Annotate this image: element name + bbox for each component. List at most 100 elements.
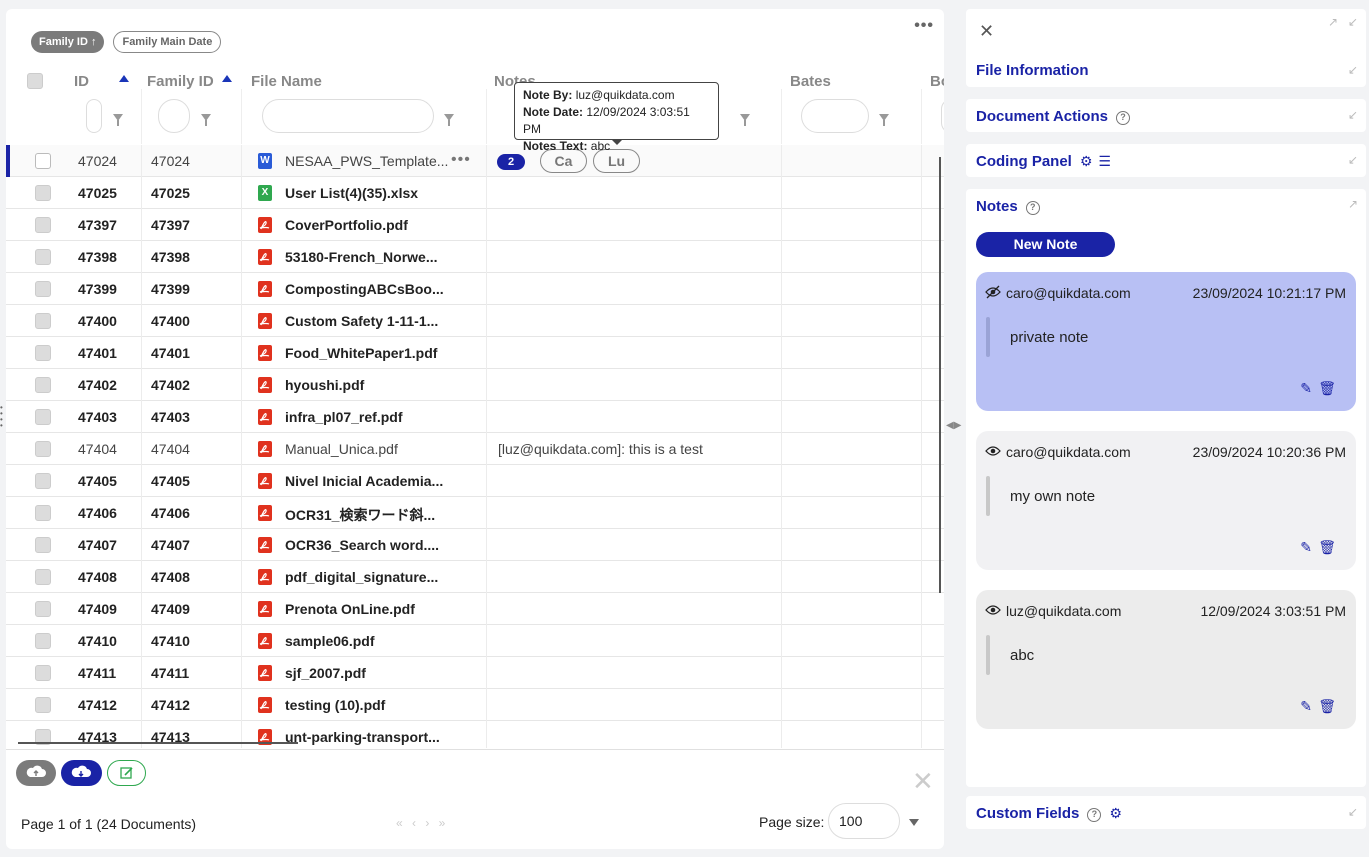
grip-handle-icon[interactable]: • • • • <box>0 404 4 445</box>
cell-file-name[interactable]: CompostingABCsBoo... <box>285 281 444 297</box>
edit-button[interactable] <box>107 760 146 786</box>
cell-file-name[interactable]: User List(4)(35).xlsx <box>285 185 418 201</box>
download-button[interactable] <box>61 760 102 786</box>
col-header-file-name[interactable]: File Name <box>251 73 322 90</box>
row-checkbox[interactable] <box>35 217 51 233</box>
help-icon[interactable]: ? <box>1115 111 1130 125</box>
collapse-icon[interactable]: ↙ <box>1348 805 1358 819</box>
cell-file-name[interactable]: pdf_digital_signature... <box>285 569 438 585</box>
table-row[interactable]: 47398 47398 53180-French_Norwe... <box>6 241 944 273</box>
row-checkbox[interactable] <box>35 505 51 521</box>
row-checkbox[interactable] <box>35 409 51 425</box>
collapse-icon[interactable]: ↙ <box>1348 153 1358 167</box>
table-row[interactable]: 47403 47403 infra_pl07_ref.pdf <box>6 401 944 433</box>
filter-input-bo[interactable] <box>941 99 944 133</box>
collapse-icon[interactable]: ↙ <box>1348 63 1358 77</box>
row-checkbox[interactable] <box>35 185 51 201</box>
cell-file-name[interactable]: NESAA_PWS_Template... <box>285 153 448 169</box>
vertical-scrollbar[interactable] <box>939 157 941 593</box>
filter-input-file-name[interactable] <box>262 99 434 133</box>
help-icon[interactable]: ? <box>1025 201 1040 215</box>
table-row[interactable]: 47406 47406 OCR31_検索ワード斜... <box>6 497 944 529</box>
table-row[interactable]: 47412 47412 testing (10).pdf <box>6 689 944 721</box>
table-row[interactable]: 47405 47405 Nivel Inicial Academia... <box>6 465 944 497</box>
filter-input-family-id[interactable] <box>158 99 190 133</box>
section-notes[interactable]: Notes? <box>976 198 1040 215</box>
close-icon[interactable]: ✕ <box>912 768 934 794</box>
collapse-icon[interactable]: ↙ <box>1348 15 1358 29</box>
filter-icon[interactable] <box>113 114 123 126</box>
section-custom-fields[interactable]: Custom Fields? ⚙ <box>976 805 1122 822</box>
col-header-bo[interactable]: Bo <box>930 73 944 90</box>
cell-file-name[interactable]: Food_WhitePaper1.pdf <box>285 345 437 361</box>
expand-icon[interactable]: ↗ <box>1328 15 1338 29</box>
cell-file-name[interactable]: testing (10).pdf <box>285 697 385 713</box>
cell-file-name[interactable]: sjf_2007.pdf <box>285 665 366 681</box>
cell-file-name[interactable]: sample06.pdf <box>285 633 374 649</box>
cell-file-name[interactable]: unt-parking-transport... <box>285 729 440 745</box>
row-checkbox[interactable] <box>35 345 51 361</box>
trash-icon[interactable]: 🗑 <box>1318 698 1336 715</box>
cell-file-name[interactable]: hyoushi.pdf <box>285 377 364 393</box>
chevron-down-icon[interactable] <box>909 819 919 826</box>
cell-file-name[interactable]: OCR36_Search word.... <box>285 537 439 553</box>
section-file-information[interactable]: File Information <box>976 62 1089 79</box>
col-header-id[interactable]: ID <box>74 73 129 90</box>
sort-asc-icon[interactable] <box>221 75 232 82</box>
filter-input-bates[interactable] <box>801 99 869 133</box>
horizontal-scrollbar[interactable] <box>18 742 298 744</box>
chip-family-main-date[interactable]: Family Main Date <box>113 31 222 53</box>
expand-icon[interactable]: ↗ <box>1348 197 1358 211</box>
row-checkbox[interactable] <box>35 377 51 393</box>
trash-icon[interactable]: 🗑 <box>1318 380 1336 397</box>
edit-note-icon[interactable]: ✎ <box>1300 539 1312 556</box>
edit-note-icon[interactable]: ✎ <box>1300 380 1312 397</box>
table-row[interactable]: 47408 47408 pdf_digital_signature... <box>6 561 944 593</box>
table-row[interactable]: 47402 47402 hyoushi.pdf <box>6 369 944 401</box>
section-coding-panel[interactable]: Coding Panel ⚙ ☰ <box>976 153 1111 170</box>
table-row[interactable]: 47407 47407 OCR36_Search word.... <box>6 529 944 561</box>
table-row[interactable]: 47024 47024 W NESAA_PWS_Template... ••• 2 Ca Lu <box>6 145 944 177</box>
select-all-checkbox[interactable] <box>27 73 43 89</box>
row-checkbox[interactable] <box>35 697 51 713</box>
close-panel-icon[interactable]: ✕ <box>979 21 994 42</box>
cell-file-name[interactable]: OCR31_検索ワード斜... <box>285 505 435 525</box>
row-checkbox[interactable] <box>35 313 51 329</box>
table-row[interactable]: 47410 47410 sample06.pdf <box>6 625 944 657</box>
page-size-input[interactable]: 100 <box>828 803 900 839</box>
new-note-button[interactable]: New Note <box>976 232 1115 257</box>
row-checkbox[interactable] <box>35 441 51 457</box>
table-row[interactable]: 47397 47397 CoverPortfolio.pdf <box>6 209 944 241</box>
row-checkbox[interactable] <box>35 537 51 553</box>
cell-file-name[interactable]: Manual_Unica.pdf <box>285 441 398 457</box>
section-document-actions[interactable]: Document Actions? <box>976 108 1130 125</box>
trash-icon[interactable]: 🗑 <box>1318 539 1336 556</box>
table-row[interactable]: 47404 47404 Manual_Unica.pdf [luz@quikdata.… <box>6 433 944 465</box>
table-row[interactable]: 47401 47401 Food_WhitePaper1.pdf <box>6 337 944 369</box>
table-row[interactable]: 47399 47399 CompostingABCsBoo... <box>6 273 944 305</box>
row-checkbox[interactable] <box>35 633 51 649</box>
gear-icon[interactable]: ⚙ <box>1109 805 1122 822</box>
notes-count-badge[interactable]: 2 <box>497 154 525 170</box>
cell-file-name[interactable]: Prenota OnLine.pdf <box>285 601 415 617</box>
filter-icon[interactable] <box>444 114 454 126</box>
upload-button[interactable] <box>16 760 56 786</box>
help-icon[interactable]: ? <box>1087 808 1102 822</box>
filter-icon[interactable] <box>740 114 750 126</box>
edit-note-icon[interactable]: ✎ <box>1300 698 1312 715</box>
row-actions-icon[interactable]: ••• <box>451 151 471 169</box>
table-row[interactable]: 47411 47411 sjf_2007.pdf <box>6 657 944 689</box>
sort-asc-icon[interactable] <box>119 75 129 82</box>
row-checkbox[interactable] <box>35 601 51 617</box>
list-icon[interactable]: ☰ <box>1098 153 1111 170</box>
col-header-bates[interactable]: Bates <box>790 73 831 90</box>
gear-icon[interactable]: ⚙ <box>1080 153 1093 170</box>
cell-file-name[interactable]: infra_pl07_ref.pdf <box>285 409 402 425</box>
filter-icon[interactable] <box>201 114 211 126</box>
table-row[interactable]: 47400 47400 Custom Safety 1-11-1... <box>6 305 944 337</box>
collapse-icon[interactable]: ↙ <box>1348 108 1358 122</box>
panel-resize-icon[interactable]: ◀▶ <box>946 420 961 431</box>
chip-family-id[interactable]: Family ID ↑ <box>31 31 105 53</box>
filter-icon[interactable] <box>879 114 889 126</box>
pager-nav-icons[interactable]: « ‹ › » <box>396 816 448 830</box>
